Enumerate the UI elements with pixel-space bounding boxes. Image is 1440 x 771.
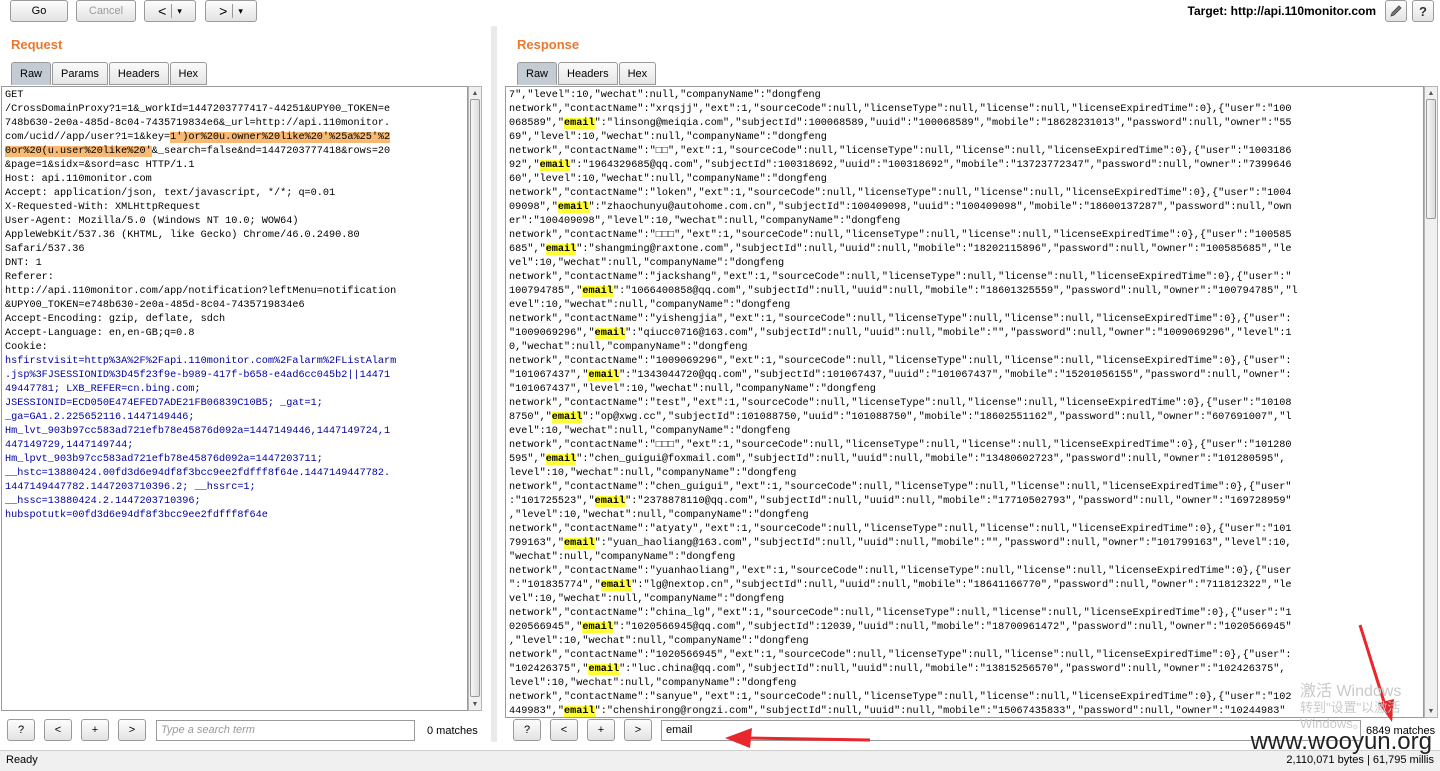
status-ready: Ready [6,754,38,766]
watermark-logo: www.wooyun.org [1250,728,1432,755]
windows-activation-notice: 激活 Windows 转到"设置"以激活 Windows。 [1300,684,1440,732]
status-bar: Ready 2,110,071 bytes | 61,795 millis [0,750,1440,771]
annotation-arrows [725,624,1394,748]
arrow-to-search-line [744,736,871,742]
arrow-to-search-head [725,728,752,748]
activation-line-1: 激活 Windows [1300,683,1402,700]
